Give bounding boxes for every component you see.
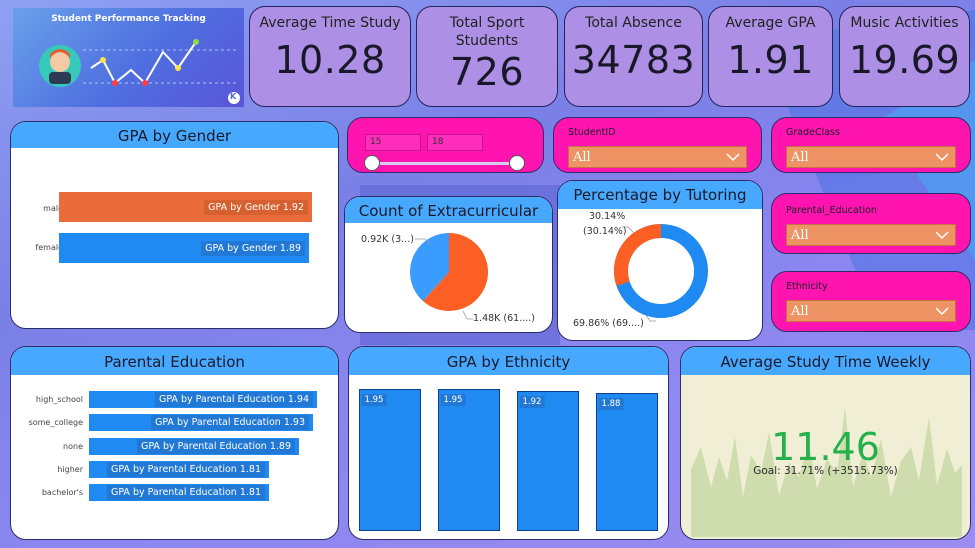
category-label-male: male xyxy=(43,204,63,213)
bar-parental-education[interactable]: GPA by Parental Education 1.94 xyxy=(89,391,317,408)
kpi-average-gpa: Average GPA 1.91 xyxy=(708,6,833,107)
kpi-value: 19.69 xyxy=(848,38,961,82)
parental-education-slicer: Parental_Education All xyxy=(771,193,971,254)
slider-min-input[interactable]: 15 xyxy=(365,134,421,151)
study-time-value: 11.46 xyxy=(771,425,880,469)
chevron-down-icon xyxy=(935,231,949,240)
ethnicity-bar[interactable]: 1.92 xyxy=(517,391,579,531)
data-label: GPA by Parental Education 1.93 xyxy=(150,415,309,431)
chart-title: GPA by Ethnicity xyxy=(349,347,668,375)
donut-label-small-paren: (30.14%) xyxy=(583,226,627,237)
kpi-label: Total Sport Students xyxy=(449,15,525,49)
slicer-title: GradeClass xyxy=(786,127,840,138)
category-label: higher xyxy=(57,464,83,474)
kpi-total-sport-students: Total Sport Students 726 xyxy=(416,6,558,107)
parental-education-chart[interactable]: Parental Education high_school GPA by Par… xyxy=(10,346,339,540)
study-time-goal: Goal: 31.71% (+3515.73%) xyxy=(753,465,898,477)
dropdown-value: All xyxy=(791,150,809,165)
data-label: 1.88 xyxy=(598,398,624,410)
donut-slice-small xyxy=(614,224,662,286)
tutoring-donut-chart[interactable]: Percentage by Tutoring 30.14% (30.14%) 6… xyxy=(557,180,763,341)
slicer-title: Parental_Education xyxy=(786,205,877,216)
data-label: GPA by Parental Education 1.94 xyxy=(154,392,313,407)
category-label-female: female xyxy=(35,243,63,252)
chart-title: Average Study Time Weekly xyxy=(681,347,970,375)
chevron-down-icon xyxy=(935,307,949,316)
kpi-label: Total Absence xyxy=(585,15,682,31)
ethnicity-dropdown[interactable]: All xyxy=(786,300,956,322)
gpa-by-gender-chart[interactable]: GPA by Gender male GPA by Gender 1.92 fe… xyxy=(10,121,339,329)
age-range-slicer: 15 18 xyxy=(347,117,544,173)
dropdown-value: All xyxy=(791,304,809,319)
kpi-label: Average Time Study xyxy=(259,15,401,31)
studentid-slicer: StudentID All xyxy=(553,117,762,173)
kpi-music-activities: Music Activities 19.69 xyxy=(839,6,970,107)
dropdown-value: All xyxy=(573,150,591,165)
chart-title: GPA by Gender xyxy=(11,122,338,148)
trend-illustration xyxy=(39,39,240,104)
chart-title: Percentage by Tutoring xyxy=(558,181,762,209)
donut-label-small-pct: 30.14% xyxy=(589,211,626,222)
dropdown-value: All xyxy=(791,228,809,243)
data-label: GPA by Gender 1.92 xyxy=(204,199,308,215)
data-label: GPA by Parental Education 1.81 xyxy=(106,461,265,477)
gpa-by-ethnicity-chart[interactable]: GPA by Ethnicity 1.95 1.95 1.92 1.88 xyxy=(348,346,669,540)
kpi-value: 1.91 xyxy=(727,38,814,82)
kpi-average-time-study: Average Time Study 10.28 xyxy=(249,6,411,107)
dashboard-banner: Student Performance Tracking K xyxy=(13,8,244,107)
category-label: bachelor's xyxy=(41,488,83,498)
data-label: GPA by Gender 1.89 xyxy=(201,240,305,256)
extracurricular-pie-chart[interactable]: Count of Extracurricular 0.92K (3...) 1.… xyxy=(344,196,553,333)
kpi-value: 726 xyxy=(449,50,525,94)
category-label: some_college xyxy=(28,418,83,428)
gradeclass-dropdown[interactable]: All xyxy=(786,146,956,168)
bar-parental-education[interactable]: GPA by Parental Education 1.93 xyxy=(89,414,313,432)
bar-male[interactable]: GPA by Gender 1.92 xyxy=(59,192,312,222)
gradeclass-slicer: GradeClass All xyxy=(771,117,971,173)
category-label: high_school xyxy=(35,395,83,404)
category-label: none xyxy=(63,441,83,451)
kpi-label: Music Activities xyxy=(850,15,959,31)
slider-max-handle[interactable] xyxy=(509,155,525,171)
data-label: 1.92 xyxy=(519,396,545,408)
slider-track xyxy=(372,162,518,165)
data-label: 1.95 xyxy=(361,394,387,406)
chart-title: Parental Education xyxy=(11,347,338,375)
ethnicity-bar[interactable]: 1.95 xyxy=(359,389,421,531)
average-study-time-card[interactable]: Average Study Time Weekly 11.46 Goal: 31… xyxy=(680,346,971,540)
kpi-value: 10.28 xyxy=(274,38,386,82)
parental-education-dropdown[interactable]: All xyxy=(786,224,956,246)
data-label: GPA by Parental Education 1.81 xyxy=(106,485,265,501)
chevron-down-icon xyxy=(726,153,740,162)
pie-label-large: 1.48K (61....) xyxy=(473,313,535,324)
bar-parental-education[interactable]: GPA by Parental Education 1.81 xyxy=(89,484,269,502)
ethnicity-bar[interactable]: 1.95 xyxy=(438,389,500,531)
donut-label-large: 69.86% (69....) xyxy=(573,318,644,329)
chevron-down-icon xyxy=(935,153,949,162)
kpi-value: 34783 xyxy=(571,38,696,82)
slicer-title: StudentID xyxy=(568,127,616,138)
slicer-title: Ethnicity xyxy=(786,281,828,292)
slider-min-handle[interactable] xyxy=(364,155,380,171)
ethnicity-bar[interactable]: 1.88 xyxy=(596,393,658,531)
bar-parental-education[interactable]: GPA by Parental Education 1.89 xyxy=(89,437,299,455)
logo-icon: K xyxy=(230,92,237,101)
bar-parental-education[interactable]: GPA by Parental Education 1.81 xyxy=(89,460,269,478)
kpi-label: Average GPA xyxy=(725,15,816,31)
pie-label-small: 0.92K (3...) xyxy=(361,234,414,245)
data-label: GPA by Parental Education 1.89 xyxy=(136,438,295,454)
studentid-dropdown[interactable]: All xyxy=(568,146,747,168)
chart-title: Count of Extracurricular xyxy=(345,197,552,223)
bar-female[interactable]: GPA by Gender 1.89 xyxy=(59,233,309,263)
data-label: 1.95 xyxy=(440,394,466,406)
kpi-total-absence: Total Absence 34783 xyxy=(564,6,703,107)
ethnicity-slicer: Ethnicity All xyxy=(771,271,971,332)
slider-max-input[interactable]: 18 xyxy=(427,134,483,151)
